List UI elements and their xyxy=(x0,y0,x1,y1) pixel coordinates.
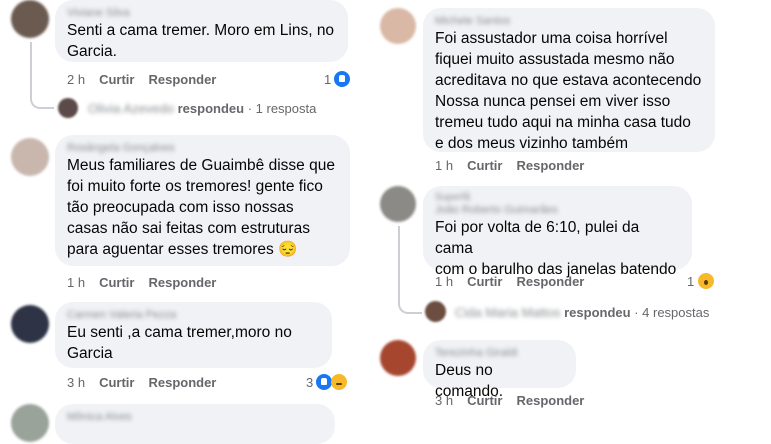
reaction-count[interactable]: 1 xyxy=(687,274,694,289)
comment-bubble: Superfã João Roberto Guimarães Foi por v… xyxy=(423,186,692,278)
like-button[interactable]: Curtir xyxy=(99,275,134,290)
comment-bubble: Michele Santos Foi assustador uma coisa … xyxy=(423,8,715,152)
comment-text: Foi assustador uma coisa horrível fiquei… xyxy=(435,30,702,152)
comment-actions: 1 h Curtir Responder xyxy=(435,274,598,289)
replies-link[interactable]: Cida Maria Mattos respondeu · 4 resposta… xyxy=(455,305,709,320)
timestamp[interactable]: 3 h xyxy=(435,393,453,408)
like-icon[interactable] xyxy=(316,374,332,390)
reply-button[interactable]: Responder xyxy=(516,158,584,173)
commenter-name[interactable]: Carmen Valeria Pezza xyxy=(67,308,320,322)
reply-button[interactable]: Responder xyxy=(516,274,584,289)
reply-user: Cida Maria Mattos xyxy=(455,305,561,320)
comment-actions: 3 h Curtir Responder xyxy=(435,393,598,408)
thread-line xyxy=(398,226,422,314)
comment-actions: 3 h Curtir Responder xyxy=(67,375,230,390)
comment-actions: 1 h Curtir Responder xyxy=(435,158,598,173)
avatar[interactable] xyxy=(380,186,416,222)
like-icon[interactable] xyxy=(334,71,350,87)
timestamp[interactable]: 3 h xyxy=(67,375,85,390)
timestamp[interactable]: 1 h xyxy=(67,275,85,290)
commenter-name[interactable]: Mônica Alves xyxy=(67,410,323,424)
reply-user: Olivia Azevedo xyxy=(88,101,174,116)
reply-button[interactable]: Responder xyxy=(148,375,216,390)
avatar[interactable] xyxy=(380,340,416,376)
replies-link[interactable]: Olivia Azevedo respondeu · 1 resposta xyxy=(88,101,316,116)
comment-actions: 2 h Curtir Responder xyxy=(67,72,230,87)
like-button[interactable]: Curtir xyxy=(467,393,502,408)
reply-button[interactable]: Responder xyxy=(148,275,216,290)
reply-button[interactable]: Responder xyxy=(516,393,584,408)
comment-bubble: Viviane Silva Senti a cama tremer. Moro … xyxy=(55,0,348,62)
avatar[interactable] xyxy=(11,305,49,343)
comment-bubble: Terezinha Giraldi Deus no comando. xyxy=(423,340,576,400)
reply-count: · 1 resposta xyxy=(247,101,317,116)
wow-icon[interactable] xyxy=(698,273,714,289)
reaction-count[interactable]: 3 xyxy=(306,375,313,390)
avatar[interactable] xyxy=(11,404,49,442)
timestamp[interactable]: 1 h xyxy=(435,274,453,289)
timestamp[interactable]: 2 h xyxy=(67,72,85,87)
reply-count: · 4 respostas xyxy=(634,305,710,320)
reply-avatar[interactable] xyxy=(425,301,446,322)
timestamp[interactable]: 1 h xyxy=(435,158,453,173)
superfan-badge: Superfã xyxy=(435,192,471,203)
avatar[interactable] xyxy=(11,138,49,176)
sad-icon[interactable] xyxy=(331,374,347,390)
comment-text: Meus familiares de Guaimbê disse que foi… xyxy=(67,157,335,258)
commenter-name[interactable]: Rosângela Gonçalves xyxy=(67,141,338,155)
avatar[interactable] xyxy=(11,0,49,38)
commenter-name[interactable]: João Roberto Guimarães xyxy=(435,204,680,217)
avatar[interactable] xyxy=(380,8,416,44)
reply-action: respondeu xyxy=(564,305,631,320)
comment-text: Senti a cama tremer. Moro em Lins, no Ga… xyxy=(67,22,335,60)
like-button[interactable]: Curtir xyxy=(99,72,134,87)
comment-bubble: Rosângela Gonçalves Meus familiares de G… xyxy=(55,135,350,266)
commenter-name[interactable]: Terezinha Giraldi xyxy=(435,346,564,360)
comment-text: Eu senti ,a cama tremer,moro no Garcia xyxy=(67,324,292,362)
comment-bubble: Carmen Valeria Pezza Eu senti ,a cama tr… xyxy=(55,302,332,368)
thread-line xyxy=(30,42,54,109)
reaction-count[interactable]: 1 xyxy=(324,72,331,87)
like-button[interactable]: Curtir xyxy=(99,375,134,390)
reply-avatar[interactable] xyxy=(58,98,78,118)
comment-text: Foi por volta de 6:10, pulei da cama com… xyxy=(435,219,677,278)
reply-button[interactable]: Responder xyxy=(148,72,216,87)
like-button[interactable]: Curtir xyxy=(467,158,502,173)
commenter-name[interactable]: Viviane Silva xyxy=(67,6,336,20)
comment-actions: 1 h Curtir Responder xyxy=(67,275,230,290)
commenter-name[interactable]: Michele Santos xyxy=(435,14,703,28)
reply-action: respondeu xyxy=(177,101,245,116)
comment-bubble: Mônica Alves xyxy=(55,404,335,444)
like-button[interactable]: Curtir xyxy=(467,274,502,289)
